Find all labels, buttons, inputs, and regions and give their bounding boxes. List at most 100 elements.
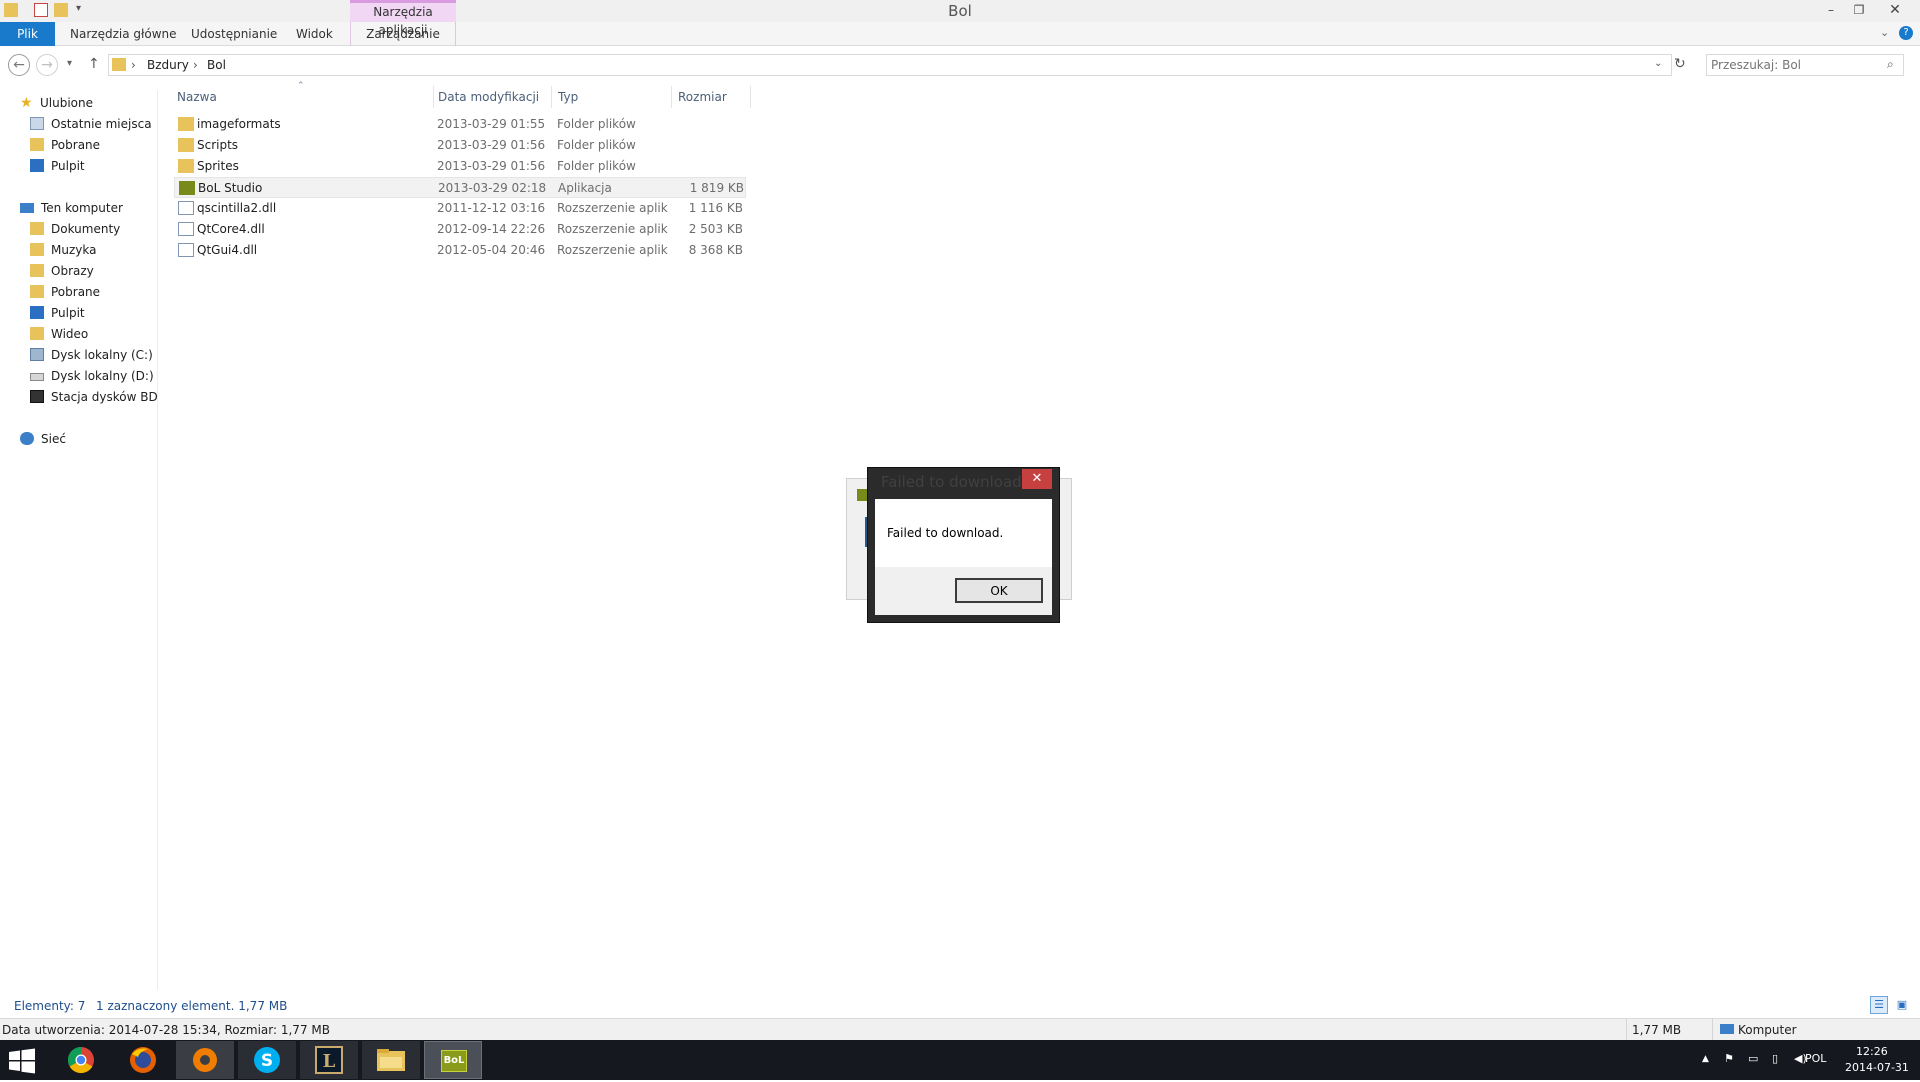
- file-type: Folder plików: [557, 117, 636, 131]
- column-divider[interactable]: [750, 86, 751, 108]
- file-row[interactable]: qscintilla2.dll 2011-12-12 03:16 Rozszerze…: [174, 198, 746, 219]
- network-tray-icon[interactable]: ▭: [1748, 1052, 1758, 1065]
- properties-icon[interactable]: [34, 3, 48, 17]
- window-title: Bol: [948, 2, 972, 20]
- tab-view[interactable]: Widok: [282, 22, 347, 46]
- creation-info: Data utworzenia: 2014-07-28 15:34, Rozmi…: [2, 1023, 330, 1037]
- nav-music[interactable]: Muzyka: [30, 240, 158, 260]
- clock-date[interactable]: 2014-07-31: [1845, 1061, 1909, 1074]
- folder-icon: [178, 117, 194, 131]
- nav-desktop[interactable]: Pulpit: [30, 156, 158, 176]
- chrome-icon[interactable]: [52, 1041, 110, 1079]
- title-bar: Bol ▾ – ❐ ✕: [0, 0, 1920, 22]
- column-date-modified[interactable]: Data modyfikacji: [438, 88, 539, 106]
- details-bar: Data utworzenia: 2014-07-28 15:34, Rozmi…: [0, 1018, 1920, 1040]
- file-size: 1 116 KB: [688, 201, 743, 215]
- action-center-icon[interactable]: ⚑: [1724, 1052, 1734, 1065]
- dll-file-icon: [178, 222, 194, 236]
- address-bar[interactable]: › Bzdury › Bol ⌄: [108, 54, 1672, 76]
- file-date: 2013-03-29 01:56: [437, 159, 546, 173]
- skype-icon[interactable]: S: [238, 1041, 296, 1079]
- nav-desktop-pc[interactable]: Pulpit: [30, 303, 158, 323]
- details-view-icon[interactable]: ☰: [1870, 996, 1888, 1014]
- column-type[interactable]: Typ: [558, 88, 578, 106]
- ribbon-expand-icon[interactable]: ⌄: [1880, 26, 1889, 39]
- file-name: Scripts: [197, 138, 239, 152]
- file-size: 8 368 KB: [688, 243, 743, 257]
- nav-videos[interactable]: Wideo: [30, 324, 158, 344]
- search-box[interactable]: ⌕: [1706, 54, 1904, 76]
- column-divider[interactable]: [433, 86, 434, 108]
- qat-dropdown-icon[interactable]: ▾: [76, 3, 81, 14]
- folder-icon: [178, 159, 194, 173]
- ok-button[interactable]: OK: [955, 578, 1043, 603]
- desktop-icon: [30, 306, 44, 319]
- column-divider[interactable]: [551, 86, 552, 108]
- file-row[interactable]: Sprites 2013-03-29 01:56 Folder plików: [174, 156, 746, 177]
- search-input[interactable]: [1711, 57, 1881, 73]
- dialog-close-icon[interactable]: ✕: [1022, 469, 1052, 489]
- power-icon[interactable]: ▯: [1772, 1052, 1778, 1065]
- forward-icon[interactable]: →: [36, 54, 58, 76]
- nav-documents[interactable]: Dokumenty: [30, 219, 158, 239]
- firefox-icon[interactable]: [114, 1041, 172, 1079]
- breadcrumb-bol[interactable]: Bol: [207, 58, 226, 72]
- file-row[interactable]: imageformats 2013-03-29 01:55 Folder plikó…: [174, 114, 746, 135]
- minimize-icon[interactable]: –: [1818, 0, 1844, 20]
- column-divider[interactable]: [671, 86, 672, 108]
- bol-taskbar-button[interactable]: BoL: [424, 1041, 482, 1079]
- drive-icon: [30, 348, 44, 361]
- breadcrumb-bzdury[interactable]: Bzdury: [147, 58, 189, 72]
- file-name: imageformats: [197, 117, 281, 131]
- file-type: Folder plików: [557, 159, 636, 173]
- file-date: 2012-09-14 22:26: [437, 222, 546, 236]
- nav-downloads-pc[interactable]: Pobrane: [30, 282, 158, 302]
- help-icon[interactable]: ?: [1899, 26, 1913, 40]
- dialog-message: Failed to download.: [887, 526, 1004, 540]
- back-icon[interactable]: ←: [8, 54, 30, 76]
- explorer-icon[interactable]: [362, 1041, 420, 1079]
- column-name[interactable]: Nazwa: [177, 88, 217, 106]
- nav-pictures[interactable]: Obrazy: [30, 261, 158, 281]
- file-row[interactable]: Scripts 2013-03-29 01:56 Folder plików: [174, 135, 746, 156]
- nav-network[interactable]: Sieć: [20, 429, 158, 449]
- tray-expand-icon[interactable]: ▲: [1702, 1054, 1709, 1064]
- nav-this-pc[interactable]: Ten komputer: [20, 198, 158, 218]
- breadcrumb-separator-icon: ›: [131, 58, 136, 72]
- tab-share[interactable]: Udostępnianie: [177, 22, 291, 46]
- file-size: 1 819 KB: [689, 181, 744, 195]
- nav-downloads[interactable]: Pobrane: [30, 135, 158, 155]
- up-icon[interactable]: ↑: [88, 56, 100, 72]
- close-icon[interactable]: ✕: [1882, 0, 1908, 20]
- nav-bd-drive[interactable]: Stacja dysków BD-R: [30, 387, 158, 407]
- nav-favorites[interactable]: ★ Ulubione: [20, 93, 158, 113]
- file-name: Sprites: [197, 159, 239, 173]
- file-row[interactable]: QtGui4.dll 2012-05-04 20:46 Rozszerzenie a…: [174, 240, 746, 261]
- start-icon[interactable]: [8, 1048, 36, 1074]
- search-icon[interactable]: ⌕: [1887, 57, 1894, 72]
- address-history-icon[interactable]: ⌄: [1654, 58, 1662, 69]
- restore-icon[interactable]: ❐: [1846, 0, 1872, 20]
- large-icons-view-icon[interactable]: ▣: [1894, 998, 1910, 1012]
- column-size[interactable]: Rozmiar: [678, 88, 727, 106]
- nav-drive-d[interactable]: Dysk lokalny (D:): [30, 366, 158, 386]
- file-name: QtCore4.dll: [197, 222, 265, 236]
- file-row[interactable]: QtCore4.dll 2012-09-14 22:26 Rozszerzenie …: [174, 219, 746, 240]
- clock-time[interactable]: 12:26: [1856, 1045, 1888, 1058]
- refresh-icon[interactable]: ↻: [1674, 56, 1686, 72]
- nav-recent-places[interactable]: Ostatnie miejsca: [30, 114, 158, 134]
- computer-icon: [20, 203, 34, 213]
- file-name: BoL Studio: [198, 181, 263, 195]
- new-folder-icon[interactable]: [54, 3, 68, 17]
- avast-icon[interactable]: [176, 1041, 234, 1079]
- tab-home[interactable]: Narzędzia główne: [56, 22, 191, 46]
- folder-icon: [112, 58, 126, 71]
- file-row[interactable]: BoL Studio 2013-03-29 02:18 Aplikacja 1 819…: [174, 177, 746, 198]
- divider: [1626, 1018, 1627, 1040]
- tab-file[interactable]: Plik: [0, 22, 55, 46]
- file-name: QtGui4.dll: [197, 243, 258, 257]
- recent-places-icon: [30, 117, 44, 130]
- league-icon[interactable]: L: [300, 1041, 358, 1079]
- recent-locations-icon[interactable]: ▾: [67, 58, 72, 69]
- nav-drive-c[interactable]: Dysk lokalny (C:): [30, 345, 158, 365]
